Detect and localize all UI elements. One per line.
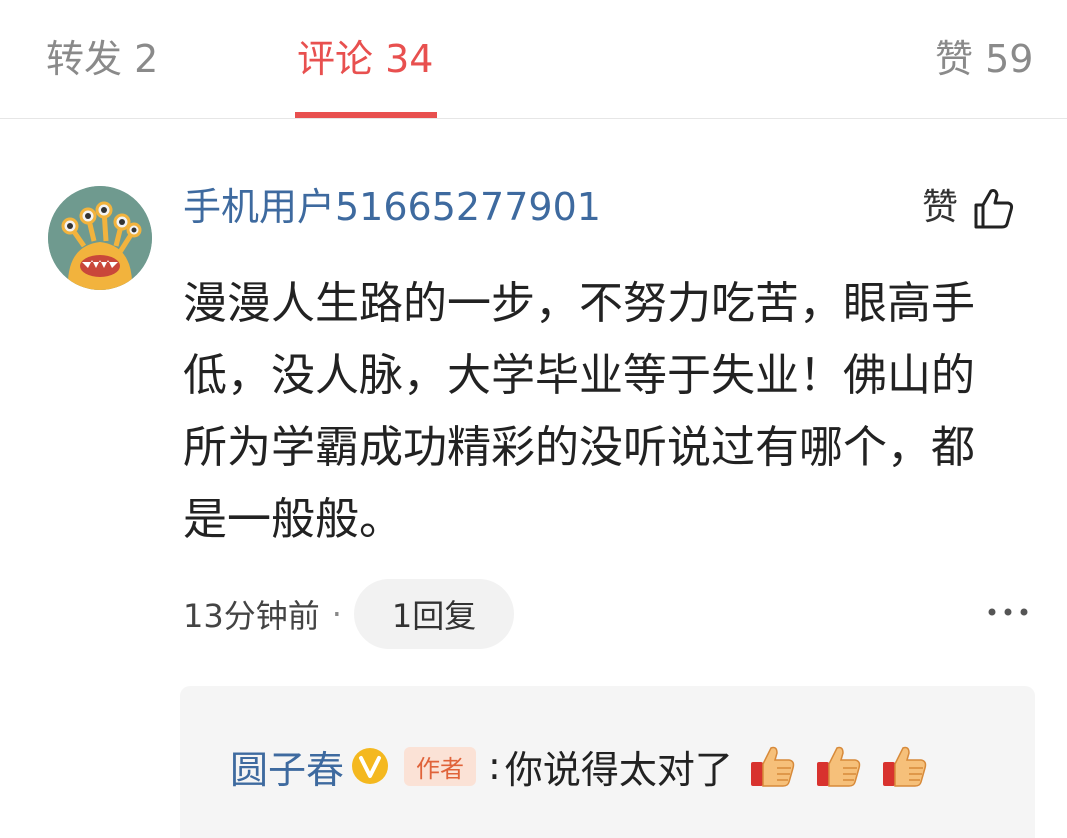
thumbs-up-emoji-icon <box>747 740 799 792</box>
reply-username[interactable]: 圆子春 <box>230 739 344 794</box>
more-dots-icon[interactable] <box>986 600 1030 624</box>
like-button[interactable]: 赞 <box>922 183 1016 233</box>
reply-text: 你说得太对了 <box>504 747 733 792</box>
reply-colon: : <box>488 744 501 788</box>
tab-reposts[interactable]: 转发 2 <box>46 34 158 84</box>
tab-likes[interactable]: 赞 59 <box>935 34 1033 84</box>
thumbs-up-emoji-icon <box>879 740 931 792</box>
comment-text: 漫漫人生路的一步，不努力吃苦，眼高手低，没人脉，大学毕业等于失业！佛山的所为学霸… <box>183 278 975 545</box>
reply-line: 圆子春 作者 : 你说得太对了 <box>230 736 931 796</box>
comment-meta: 13分钟前 · 1回复 <box>183 579 515 649</box>
thumbs-up-emoji-icon <box>813 740 865 792</box>
meta-separator: · <box>331 595 342 633</box>
reply-preview[interactable]: 圆子春 作者 : 你说得太对了 <box>180 686 1035 838</box>
tab-bar: 转发 2 评论 34 赞 59 <box>0 0 1067 119</box>
like-label: 赞 <box>922 187 959 228</box>
tab-comments[interactable]: 评论 34 <box>297 34 433 84</box>
monster-avatar-icon <box>48 186 152 290</box>
comment-time: 13分钟前 <box>183 597 320 635</box>
active-tab-indicator <box>295 112 437 118</box>
author-badge: 作者 <box>404 746 477 786</box>
verified-v-icon <box>350 746 390 786</box>
comment-username[interactable]: 手机用户51665277901 <box>183 182 601 232</box>
reply-count-button[interactable]: 1回复 <box>353 579 515 649</box>
thumbs-up-outline-icon <box>970 185 1016 231</box>
avatar[interactable] <box>48 186 152 290</box>
